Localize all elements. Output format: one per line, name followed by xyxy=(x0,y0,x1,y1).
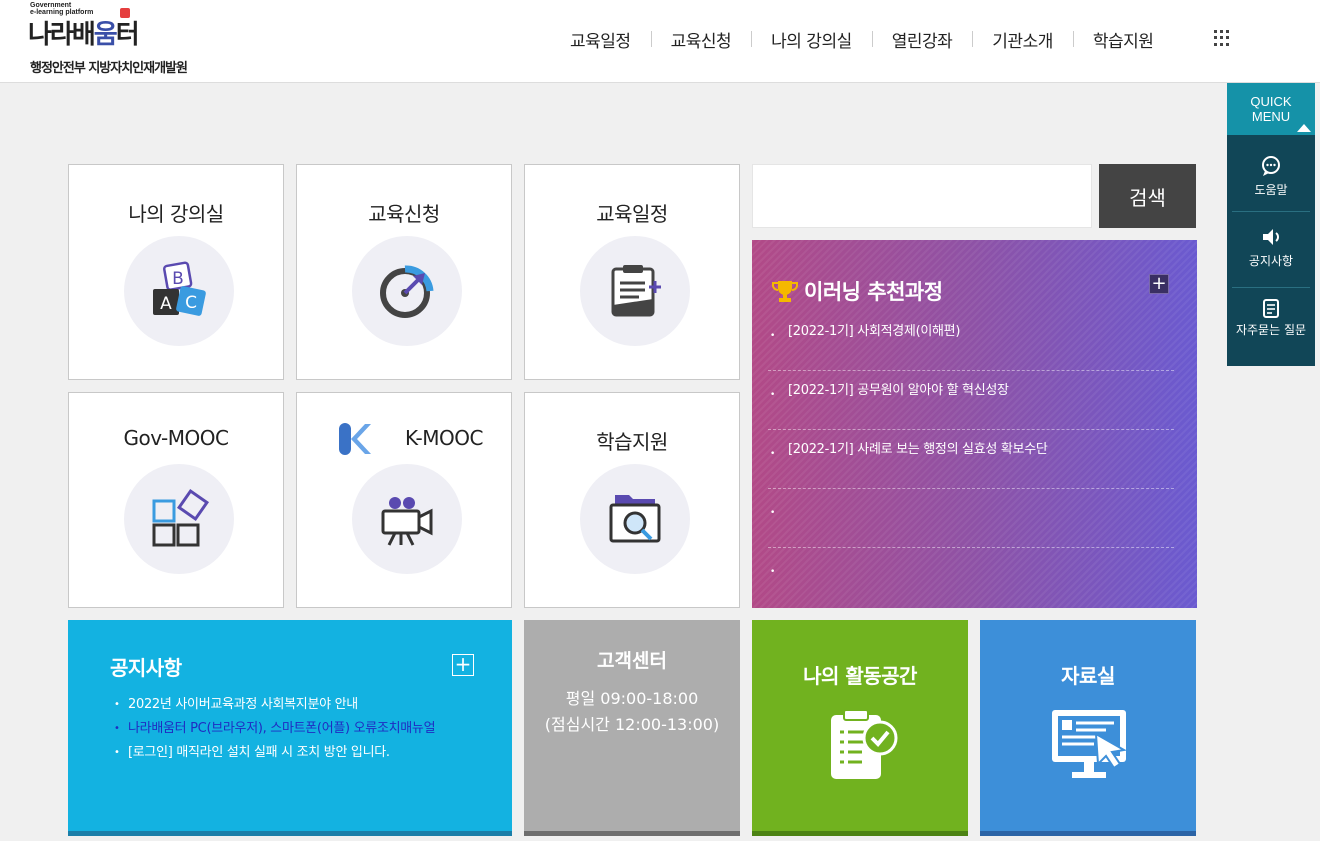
notice-more-button[interactable]: + xyxy=(452,654,474,676)
tile-apply-title: 교육신청 xyxy=(368,202,440,226)
video-camera-icon xyxy=(381,497,433,546)
tile-schedule[interactable]: 교육일정 xyxy=(524,164,740,380)
logo-name-part2: 터 xyxy=(115,20,140,50)
quick-menu-notice[interactable]: 공지사항 xyxy=(1232,226,1310,288)
abc-icon-letter-a: A xyxy=(160,294,172,314)
recommended-more-button[interactable]: + xyxy=(1149,274,1169,294)
tile-gov-mooc-title: Gov-MOOC xyxy=(123,426,229,450)
abc-icon-letter-c: C xyxy=(185,293,197,313)
customer-center-hours: 평일 09:00-18:00 (점심시간 12:00-13:00) xyxy=(524,686,740,738)
logo-org-name: 행정안전부 지방자치인재개발원 xyxy=(30,61,188,76)
tile-support[interactable]: 학습지원 xyxy=(524,392,740,608)
quick-menu-faq-label: 자주묻는 질문 xyxy=(1235,323,1307,337)
tile-my-classroom-circle: B A C xyxy=(124,236,234,346)
quick-menu-help[interactable]: 도움말 xyxy=(1232,155,1310,212)
k-mooc-logo-icon xyxy=(339,423,371,455)
tile-gov-mooc[interactable]: Gov-MOOC xyxy=(68,392,284,608)
tile-k-mooc-circle xyxy=(352,464,462,574)
recommended-courses-title-row: 이러닝 추천과정 xyxy=(772,276,943,306)
tile-apply[interactable]: 교육신청 xyxy=(296,164,512,380)
quick-menu-faq[interactable]: 자주묻는 질문 xyxy=(1232,297,1310,363)
recommended-course-item[interactable]: [2022-1기] 사회적경제(이해편) xyxy=(768,312,1174,371)
quick-menu-title-line1: QUICK xyxy=(1250,94,1292,109)
nav-item-apply[interactable]: 교육신청 xyxy=(650,27,752,52)
notice-item[interactable]: 나라배움터 PC(브라우저), 스마트폰(어플) 오류조치매뉴얼 xyxy=(114,717,464,741)
tile-my-classroom-title: 나의 강의실 xyxy=(128,202,224,226)
all-menu-grid-icon[interactable] xyxy=(1214,30,1230,46)
customer-center-title: 고객센터 xyxy=(597,650,667,672)
nav-item-about[interactable]: 기관소개 xyxy=(972,27,1073,52)
nav-item-support[interactable]: 학습지원 xyxy=(1072,27,1174,52)
site-header: Government e-learning platform 나라배움터 행정안… xyxy=(0,0,1320,83)
quick-menu-notice-label: 공지사항 xyxy=(1248,254,1294,268)
tile-my-classroom[interactable]: 나의 강의실 B A C xyxy=(68,164,284,380)
library-title: 자료실 xyxy=(1061,664,1115,688)
my-activity-title: 나의 활동공간 xyxy=(803,664,917,688)
monitor-cursor-icon xyxy=(1052,710,1127,778)
tile-schedule-circle xyxy=(580,236,690,346)
search-input[interactable] xyxy=(752,164,1092,228)
quick-menu: QUICK MENU 도움말 공지사항 자주묻는 질문 xyxy=(1227,83,1315,366)
folder-search-icon xyxy=(609,495,661,543)
notice-list: 2022년 사이버교육과정 사회복지분야 안내 나라배움터 PC(브라우저), … xyxy=(114,693,464,765)
nav-item-my-classroom[interactable]: 나의 강의실 xyxy=(751,27,872,52)
notice-item[interactable]: 2022년 사이버교육과정 사회복지분야 안내 xyxy=(114,693,464,717)
logo-tagline-line1: Government xyxy=(30,2,72,9)
recommended-courses-list: [2022-1기] 사회적경제(이해편) [2022-1기] 공무원이 알아야 … xyxy=(768,312,1174,607)
quick-menu-title-line2: MENU xyxy=(1251,109,1291,124)
document-list-icon xyxy=(1263,299,1279,318)
tile-support-title: 학습지원 xyxy=(596,430,668,454)
tile-gov-mooc-circle xyxy=(124,464,234,574)
tile-support-circle xyxy=(580,464,690,574)
recommended-course-item[interactable] xyxy=(768,489,1174,548)
site-logo[interactable]: Government e-learning platform 나라배움터 행정안… xyxy=(28,2,228,77)
customer-center-hours-weekday: 평일 09:00-18:00 xyxy=(565,689,699,708)
abc-icon-letter-b: B xyxy=(172,269,184,289)
clipboard-check-icon xyxy=(831,709,898,779)
notice-title: 공지사항 xyxy=(110,656,182,680)
target-arrow-icon xyxy=(380,265,434,318)
clipboard-plus-icon xyxy=(611,265,661,317)
customer-center-hours-lunch: (점심시간 12:00-13:00) xyxy=(544,715,720,734)
quick-menu-toggle[interactable]: QUICK MENU xyxy=(1227,83,1315,135)
logo-name-highlight: 움 xyxy=(93,20,118,50)
library-panel[interactable]: 자료실 xyxy=(980,620,1196,836)
trophy-icon xyxy=(772,281,798,302)
recommended-courses-title: 이러닝 추천과정 xyxy=(804,280,943,304)
recommended-course-item[interactable]: [2022-1기] 사례로 보는 행정의 실효성 확보수단 xyxy=(768,430,1174,489)
search-button[interactable]: 검색 xyxy=(1099,164,1196,228)
abc-blocks-icon: B A C xyxy=(153,261,206,316)
tile-apply-circle xyxy=(352,236,462,346)
tile-schedule-title: 교육일정 xyxy=(596,202,668,226)
recommended-courses-panel: 이러닝 추천과정 + [2022-1기] 사회적경제(이해편) [2022-1기… xyxy=(752,240,1197,608)
nav-item-schedule[interactable]: 교육일정 xyxy=(550,27,651,52)
nav-item-open-lectures[interactable]: 열린강좌 xyxy=(871,27,973,52)
logo-name: 나라배움터 xyxy=(28,14,140,51)
main-nav: 교육일정 교육신청 나의 강의실 열린강좌 기관소개 학습지원 xyxy=(550,27,1174,52)
customer-center-panel: 고객센터 평일 09:00-18:00 (점심시간 12:00-13:00) xyxy=(524,620,740,836)
recommended-course-item[interactable]: [2022-1기] 공무원이 알아야 할 혁신성장 xyxy=(768,371,1174,430)
my-activity-panel[interactable]: 나의 활동공간 xyxy=(752,620,968,836)
blocks-grid-icon xyxy=(152,488,210,547)
chat-bubble-icon xyxy=(1262,156,1280,176)
quick-menu-help-label: 도움말 xyxy=(1254,183,1288,197)
recommended-course-item[interactable] xyxy=(768,548,1174,607)
caret-up-icon xyxy=(1297,124,1311,132)
speaker-icon xyxy=(1263,229,1279,245)
notice-item[interactable]: [로그인] 매직라인 설치 실패 시 조치 방안 입니다. xyxy=(114,741,464,765)
notice-panel: 공지사항 + 2022년 사이버교육과정 사회복지분야 안내 나라배움터 PC(… xyxy=(68,620,512,836)
logo-name-part1: 나라배 xyxy=(28,20,96,50)
tile-k-mooc[interactable]: K-MOOC xyxy=(296,392,512,608)
